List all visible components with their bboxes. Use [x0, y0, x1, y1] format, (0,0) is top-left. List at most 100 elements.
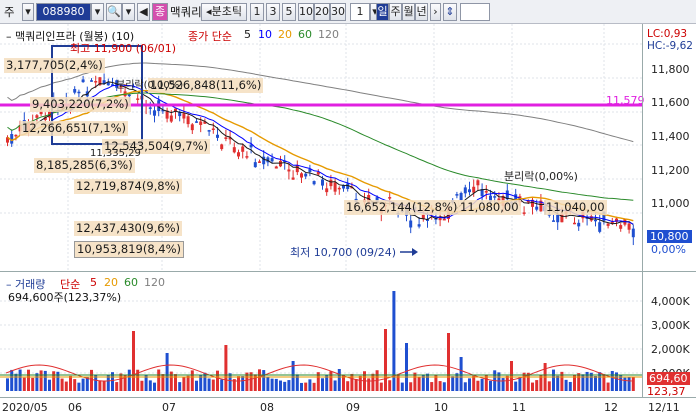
annotation-4: 12,437,430(9,6%) — [74, 221, 183, 236]
vol-ma20-label: 20 — [104, 276, 118, 289]
volume-bar — [459, 357, 463, 391]
period-1-button[interactable]: 1 — [250, 3, 264, 21]
stock-code-field[interactable]: 088980 — [36, 3, 91, 21]
volume-bar — [140, 380, 144, 391]
volume-bar — [308, 379, 312, 391]
volume-bar — [287, 380, 291, 391]
separation-label: 분리락(0,00%) — [504, 170, 578, 183]
candle-body — [224, 137, 228, 139]
candle-body — [73, 89, 77, 93]
candle-body — [14, 134, 18, 137]
candle-body — [493, 196, 497, 198]
day-button[interactable]: 일 — [376, 3, 389, 21]
candle-body — [388, 197, 392, 199]
volume-bar — [90, 369, 93, 391]
ma10-label: 10 — [258, 28, 272, 41]
item-type-badge[interactable]: 종 — [152, 3, 168, 21]
volume-value: 694,600주(123,37%) — [8, 291, 122, 304]
date-tick-1: 2020/05 — [2, 401, 48, 414]
volume-bar — [451, 376, 455, 391]
volume-bar — [455, 373, 459, 391]
candle-body — [136, 98, 140, 100]
separation-label-2: 분리락(0,00%) — [116, 80, 184, 91]
sound-icon[interactable]: ◀ — [137, 3, 150, 21]
volume-bar — [132, 331, 135, 391]
annotation-13: 11,040,00 — [544, 200, 607, 215]
vol-ma5-label: 5 — [90, 276, 97, 289]
volume-bar — [472, 375, 476, 391]
price-tick-3: 11,400 — [651, 130, 690, 143]
count-field[interactable]: 1 — [350, 3, 370, 21]
candle-body — [573, 222, 576, 225]
period-30-button[interactable]: 30 — [330, 3, 346, 21]
candle-body — [274, 166, 278, 169]
code-dropdown-icon[interactable]: ▾ — [91, 3, 104, 21]
volume-bar — [333, 380, 337, 391]
period-5-button[interactable]: 5 — [282, 3, 296, 21]
current-volume-badge: 694,60 — [647, 372, 690, 385]
market-dropdown[interactable]: ▾ — [22, 3, 34, 21]
vol-tick-1: 4,000K — [651, 295, 690, 308]
search-icon[interactable]: 🔍 — [106, 3, 122, 21]
volume-bar — [182, 376, 186, 391]
candle-body — [237, 152, 240, 157]
volume-bar — [241, 376, 245, 391]
volume-bar — [619, 375, 623, 391]
extra-input[interactable] — [460, 3, 490, 21]
volume-bar — [321, 378, 324, 391]
candle-body — [535, 206, 539, 210]
panel-close-icon[interactable]: – — [6, 30, 12, 43]
updown-arrow-icon[interactable]: ⇕ — [443, 3, 457, 21]
candle-body — [258, 161, 261, 163]
volume-bar — [505, 375, 509, 391]
volume-bar — [228, 373, 232, 391]
volume-bar — [480, 378, 484, 391]
period-20-button[interactable]: 20 — [314, 3, 330, 21]
candle-body — [195, 121, 198, 123]
volume-bar — [627, 377, 631, 391]
candle-body — [94, 81, 98, 83]
candle-body — [409, 220, 413, 228]
candle-body — [484, 191, 488, 193]
tick-button[interactable]: ◂분초틱 — [201, 3, 247, 21]
week-button[interactable]: 주 — [389, 3, 402, 21]
year-button[interactable]: 년 — [415, 3, 428, 21]
candle-body — [594, 219, 597, 222]
low-price-label: 최저 10,700 (09/24) — [290, 246, 397, 259]
high-price-label: 최고 11,900 (06/01) — [70, 42, 177, 55]
candle-body — [295, 165, 299, 173]
volume-bar — [258, 369, 261, 391]
volume-bar — [409, 382, 413, 391]
candle-body — [211, 128, 215, 130]
volume-bar — [476, 380, 480, 391]
search-dropdown-icon[interactable]: ▾ — [122, 3, 135, 21]
period-10-button[interactable]: 10 — [298, 3, 314, 21]
volume-bar — [262, 370, 266, 391]
volume-bar — [60, 378, 64, 391]
candle-body — [106, 82, 110, 86]
month-button[interactable]: 월 — [402, 3, 415, 21]
volume-bar — [337, 369, 341, 391]
market-prefix: 주 — [4, 5, 15, 19]
volume-bar — [430, 382, 434, 391]
hline-value-label: 11,579 — [606, 94, 645, 107]
volume-bar — [157, 369, 161, 391]
next-arrow-icon[interactable]: › — [430, 3, 441, 21]
ma120-label: 120 — [318, 28, 339, 41]
period-3-button[interactable]: 3 — [266, 3, 280, 21]
candle-body — [182, 113, 186, 119]
volume-bar — [39, 370, 43, 391]
candle-body — [245, 156, 249, 158]
volume-bar — [144, 375, 148, 391]
volume-bar — [371, 373, 375, 391]
annotation-11: 16,652,144(12,8%) — [344, 200, 460, 215]
toolbar: 주 ▾ 088980 ▾ 🔍 ▾ ◀ 종 맥쿼리 ◂분초틱 1 3 5 10 2… — [0, 0, 696, 24]
volume-bar — [115, 382, 119, 391]
volume-bar — [119, 373, 123, 391]
candle-body — [216, 134, 219, 138]
price-tick-1: 11,800 — [651, 63, 690, 76]
volume-bar — [266, 377, 270, 391]
candle-body — [291, 177, 295, 180]
candle-body — [442, 218, 446, 221]
candle-body — [190, 124, 194, 131]
